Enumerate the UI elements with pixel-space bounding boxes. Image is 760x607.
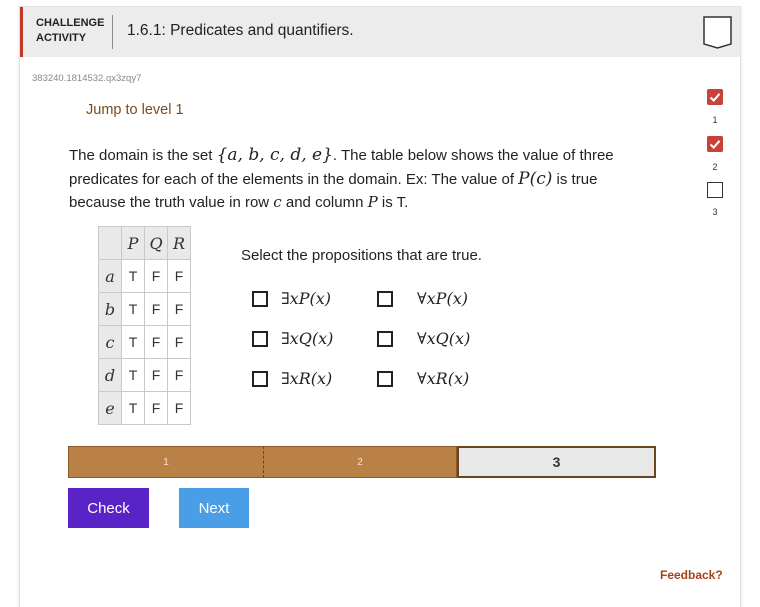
progress-segment-3[interactable]: 3 <box>457 446 656 478</box>
column-header: R <box>167 226 191 260</box>
feedback-link[interactable]: Feedback? <box>660 568 723 582</box>
table-row: c T F F <box>98 325 191 359</box>
row-label: d <box>98 358 122 392</box>
next-button[interactable]: Next <box>179 488 249 528</box>
option-forall-r[interactable]: ∀xR(x) <box>377 369 469 388</box>
level-number: 1 <box>712 115 718 125</box>
table-corner <box>98 226 122 260</box>
table-row: a T F F <box>98 259 191 293</box>
activity-code: 383240.1814532.qx3zqy7 <box>32 73 142 84</box>
table-row: b T F F <box>98 292 191 326</box>
table-header-row: P Q R <box>98 226 191 260</box>
row-label: a <box>98 259 122 293</box>
checkbox[interactable] <box>377 290 393 307</box>
domain-set: {a, b, c, d, e} <box>216 145 333 165</box>
table-cell: T <box>121 391 145 425</box>
challenge-activity-badge: CHALLENGE ACTIVITY <box>36 17 105 44</box>
table-cell: T <box>121 325 145 359</box>
level-progress-bar: 1 2 3 <box>68 446 656 478</box>
checkbox[interactable] <box>377 370 393 387</box>
checkbox[interactable] <box>252 330 268 347</box>
level-2-checked-icon[interactable] <box>707 136 723 152</box>
option-label: ∃xQ(x) <box>281 329 334 348</box>
table-cell: F <box>167 391 191 425</box>
table-cell: F <box>144 325 168 359</box>
header-divider <box>112 15 113 49</box>
table-cell: F <box>144 391 168 425</box>
progress-segment-1[interactable]: 1 <box>68 446 264 478</box>
row-label: e <box>98 391 122 425</box>
option-label: ∀xR(x) <box>417 369 470 388</box>
column-header: Q <box>144 226 168 260</box>
select-instruction: Select the propositions that are true. <box>241 247 482 264</box>
option-exists-p[interactable]: ∃xP(x) <box>252 289 331 308</box>
table-cell: F <box>144 358 168 392</box>
table-row: d T F F <box>98 358 191 392</box>
table-cell: T <box>121 259 145 293</box>
checkbox[interactable] <box>377 330 393 347</box>
check-button[interactable]: Check <box>68 488 149 528</box>
row-label: c <box>98 325 122 359</box>
progress-segment-2[interactable]: 2 <box>264 446 457 478</box>
activity-header: CHALLENGE ACTIVITY 1.6.1: Predicates and… <box>20 7 740 57</box>
table-cell: T <box>121 292 145 326</box>
activity-title: 1.6.1: Predicates and quantifiers. <box>127 22 354 39</box>
option-label: ∀xP(x) <box>417 289 468 308</box>
question-prompt: The domain is the set {a, b, c, d, e}. T… <box>69 145 614 211</box>
table-cell: F <box>167 259 191 293</box>
level-1-checked-icon[interactable] <box>707 89 723 105</box>
table-cell: F <box>167 292 191 326</box>
option-label: ∃xP(x) <box>281 289 331 308</box>
table-cell: F <box>167 358 191 392</box>
challenge-activity-panel: CHALLENGE ACTIVITY 1.6.1: Predicates and… <box>20 7 740 607</box>
level-3-unchecked-icon[interactable] <box>707 182 723 198</box>
example-expression: P(c) <box>518 168 553 189</box>
table-cell: F <box>167 325 191 359</box>
option-label: ∃xR(x) <box>281 369 333 388</box>
checkbox[interactable] <box>252 370 268 387</box>
level-number: 3 <box>712 207 718 217</box>
table-cell: F <box>144 292 168 326</box>
column-header: P <box>121 226 145 260</box>
option-exists-q[interactable]: ∃xQ(x) <box>252 329 333 348</box>
level-number: 2 <box>712 162 718 172</box>
option-exists-r[interactable]: ∃xR(x) <box>252 369 332 388</box>
option-forall-q[interactable]: ∀xQ(x) <box>377 329 470 348</box>
truth-table: P Q R a T F F b T F F c T F F d T F F e … <box>98 226 191 425</box>
row-label: b <box>98 292 122 326</box>
table-cell: T <box>121 358 145 392</box>
jump-to-level-link[interactable]: Jump to level 1 <box>86 102 184 118</box>
bookmark-icon[interactable] <box>703 16 732 49</box>
option-label: ∀xQ(x) <box>417 329 471 348</box>
option-forall-p[interactable]: ∀xP(x) <box>377 289 468 308</box>
checkbox[interactable] <box>252 290 268 307</box>
table-row: e T F F <box>98 391 191 425</box>
table-cell: F <box>144 259 168 293</box>
